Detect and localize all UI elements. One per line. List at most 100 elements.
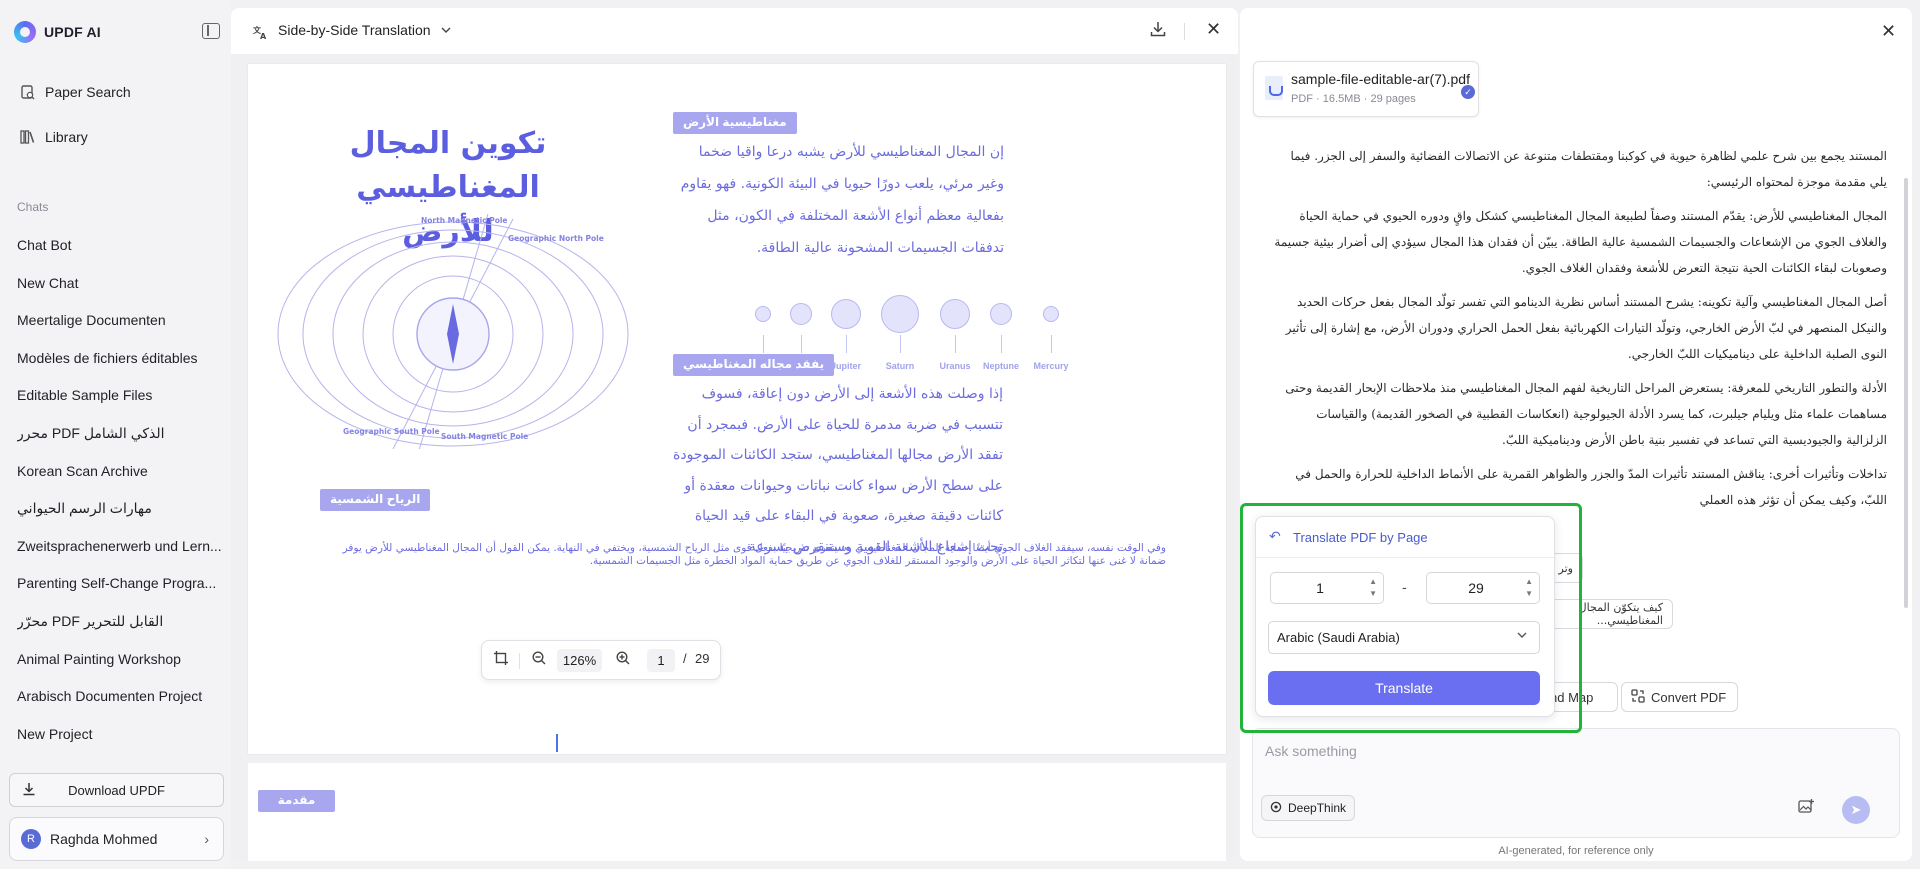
stepper-arrows-icon[interactable]: ▲ ▼ bbox=[1525, 576, 1533, 600]
answer-paragraph: الأدلة والتطور التاريخي للمعرفة: يستعرض … bbox=[1285, 381, 1887, 447]
range-dash: - bbox=[1402, 579, 1407, 595]
fit-page-icon[interactable] bbox=[494, 651, 508, 668]
chat-item[interactable]: Arabisch Documenten Project bbox=[17, 684, 222, 722]
document-viewer: 文A Side-by-Side Translation ✕ تكوين المج… bbox=[231, 8, 1238, 861]
file-card[interactable]: sample-file-editable-ar(7).pdf PDF · 16.… bbox=[1253, 61, 1479, 117]
footer-paragraph: وفي الوقت نفسه، سيفقد الغلاف الجوي أيضًا… bbox=[342, 542, 1166, 567]
planet-tick bbox=[846, 335, 847, 353]
translate-icon: 文A bbox=[253, 24, 269, 43]
deepthink-toggle[interactable]: DeepThink bbox=[1261, 795, 1356, 821]
zoom-out-icon[interactable] bbox=[532, 651, 546, 668]
translate-button[interactable]: Translate bbox=[1268, 671, 1540, 705]
chat-item[interactable]: محرر PDF الذكي الشامل bbox=[17, 421, 222, 459]
user-account[interactable]: R Raghda Mohmed › bbox=[9, 817, 224, 861]
divider bbox=[519, 653, 520, 669]
planet-tick bbox=[1051, 335, 1052, 353]
scrollbar[interactable] bbox=[1904, 178, 1908, 608]
chevron-right-icon: › bbox=[204, 831, 209, 847]
nav-label: Paper Search bbox=[45, 84, 131, 100]
deepthink-label: DeepThink bbox=[1288, 801, 1347, 815]
planet-label: Mercury bbox=[1033, 361, 1069, 371]
planet-tick bbox=[1001, 335, 1002, 353]
nav-paper-search[interactable]: Paper Search bbox=[20, 81, 131, 103]
send-button[interactable]: ➤ bbox=[1842, 796, 1870, 824]
page-to-stepper[interactable]: 29 ▲ ▼ bbox=[1426, 572, 1540, 604]
close-icon[interactable]: ✕ bbox=[1881, 21, 1896, 42]
translate-popup: ↶ Translate PDF by Page 1 ▲ ▼ - 29 ▲ ▼ Ara… bbox=[1255, 516, 1555, 717]
brand-name: UPDF AI bbox=[44, 24, 101, 40]
planet-uranus bbox=[940, 299, 970, 329]
svg-text:A: A bbox=[260, 32, 267, 40]
pdf-page: تكوين المجال المغناطيسي للأرض North Magn… bbox=[248, 64, 1226, 754]
chat-item[interactable]: مهارات الرسم الحيواني bbox=[17, 496, 222, 534]
user-name: Raghda Mohmed bbox=[50, 831, 158, 847]
avatar: R bbox=[21, 829, 41, 849]
zoom-toolbar: 126% 1 / 29 bbox=[481, 640, 721, 680]
chat-list: Chat Bot New Chat Meertalige Documenten … bbox=[17, 233, 222, 759]
divider bbox=[1184, 23, 1185, 40]
planet-tick bbox=[801, 335, 802, 353]
pdf-page: مقدمة bbox=[248, 763, 1226, 861]
nav-label: Library bbox=[45, 129, 88, 145]
chevron-down-icon bbox=[1517, 630, 1527, 642]
chat-item[interactable]: New Project bbox=[17, 722, 222, 760]
magnetic-field-diagram: North Magnetic Pole Geographic North Pol… bbox=[277, 213, 629, 449]
section-paragraph: إن المجال المغناطيسي للأرض يشبه درعا واق… bbox=[680, 144, 1004, 256]
chat-item[interactable]: Meertalige Documenten bbox=[17, 308, 222, 346]
chat-item[interactable]: محرّر PDF القابل للتحرير bbox=[17, 609, 222, 647]
library-icon bbox=[20, 130, 35, 145]
diagram-label-geographic-north: Geographic North Pole bbox=[508, 234, 604, 243]
translation-mode-select[interactable]: Side-by-Side Translation bbox=[278, 22, 431, 38]
page-separator: / bbox=[683, 651, 687, 666]
planet-saturn bbox=[881, 295, 919, 333]
popup-title: Translate PDF by Page bbox=[1293, 530, 1428, 545]
chat-item[interactable]: Korean Scan Archive bbox=[17, 459, 222, 497]
language-select[interactable]: Arabic (Saudi Arabia) bbox=[1268, 621, 1540, 654]
planet-venus bbox=[755, 306, 771, 322]
nav-library[interactable]: Library bbox=[20, 126, 88, 148]
chat-item[interactable]: Chat Bot bbox=[17, 233, 222, 271]
section-paragraph: إذا وصلت هذه الأشعة إلى الأرض دون إعاقة،… bbox=[673, 386, 1003, 555]
close-icon[interactable]: ✕ bbox=[1206, 19, 1221, 40]
stepper-arrows-icon[interactable]: ▲ ▼ bbox=[1369, 576, 1377, 600]
page-number-input[interactable]: 1 bbox=[647, 649, 675, 672]
chat-item[interactable]: Zweitsprachenerwerb und Lern... bbox=[17, 534, 222, 572]
planet-label: Uranus bbox=[939, 361, 971, 371]
back-arrow-icon[interactable]: ↶ bbox=[1269, 528, 1281, 545]
section-tag: مغناطيسية الأرض bbox=[673, 112, 797, 134]
chevron-down-icon[interactable] bbox=[441, 23, 451, 37]
planet-tick bbox=[763, 335, 764, 353]
section-tag: مقدمة bbox=[258, 790, 335, 812]
ai-chat-panel: ✕ sample-file-editable-ar(7).pdf PDF · 1… bbox=[1240, 8, 1912, 861]
chat-item[interactable]: Parenting Self-Change Progra... bbox=[17, 571, 222, 609]
file-name: sample-file-editable-ar(7).pdf bbox=[1291, 71, 1470, 87]
brand[interactable]: UPDF AI bbox=[14, 20, 101, 44]
chat-item[interactable]: Modèles de fichiers éditables bbox=[17, 346, 222, 384]
planet-tick bbox=[955, 335, 956, 353]
planet-neptune bbox=[990, 303, 1012, 325]
image-upload-icon[interactable] bbox=[1798, 799, 1814, 818]
chat-item[interactable]: Editable Sample Files bbox=[17, 383, 222, 421]
ai-answer: المستند يجمع بين شرح علمي لظاهرة حيوية ف… bbox=[1273, 143, 1887, 521]
section-tag: يفقد مجاله المغناطيسي bbox=[673, 354, 835, 376]
sidebar-collapse-icon[interactable] bbox=[202, 23, 220, 39]
download-icon[interactable] bbox=[1150, 21, 1166, 42]
convert-pdf-icon bbox=[1631, 688, 1645, 706]
answer-paragraph: أصل المجال المغناطيسي وآلية تكوينه: يشرح… bbox=[1285, 295, 1887, 361]
scroll-indicator[interactable] bbox=[556, 734, 558, 752]
paper-search-icon bbox=[20, 84, 35, 100]
chat-item[interactable]: Animal Painting Workshop bbox=[17, 647, 222, 685]
zoom-in-icon[interactable] bbox=[616, 651, 630, 668]
planet-mars bbox=[790, 303, 812, 325]
planet-mercury bbox=[1043, 306, 1059, 322]
ask-input[interactable] bbox=[1265, 743, 1825, 759]
download-updf-button[interactable]: Download UPDF bbox=[9, 773, 224, 807]
file-meta: PDF · 16.5MB · 29 pages bbox=[1291, 93, 1416, 105]
chat-item[interactable]: New Chat bbox=[17, 271, 222, 309]
convert-pdf-button[interactable]: Convert PDF bbox=[1621, 682, 1738, 712]
diagram-label-south-magnetic: South Magnetic Pole bbox=[441, 432, 528, 441]
download-label: Download UPDF bbox=[68, 782, 165, 798]
zoom-level[interactable]: 126% bbox=[557, 649, 602, 672]
page-from-stepper[interactable]: 1 ▲ ▼ bbox=[1270, 572, 1384, 604]
ask-box: DeepThink ➤ bbox=[1252, 728, 1900, 838]
